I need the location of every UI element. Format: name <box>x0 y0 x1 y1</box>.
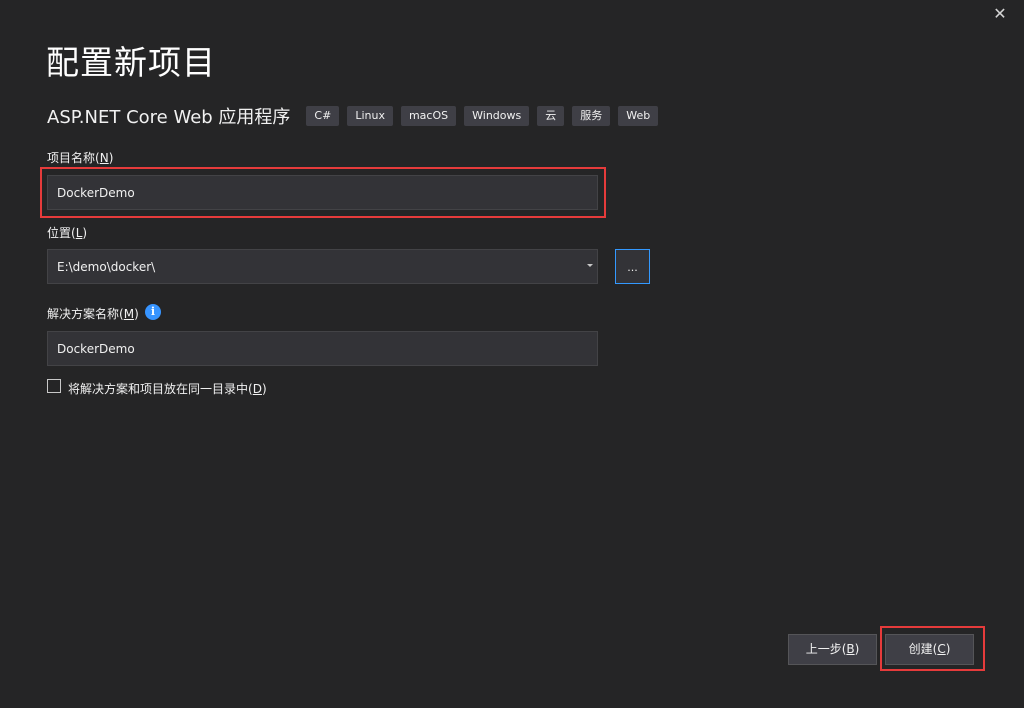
tag-service: 服务 <box>572 106 611 126</box>
configure-project-dialog: ✕ 配置新项目 ASP.NET Core Web 应用程序 C# Linux m… <box>0 0 1024 708</box>
template-row: ASP.NET Core Web 应用程序 C# Linux macOS Win… <box>47 103 659 129</box>
tag-cloud: 云 <box>537 106 565 126</box>
solution-name-mnemonic: M <box>123 307 135 321</box>
template-tags: C# Linux macOS Windows 云 服务 Web <box>306 106 659 126</box>
create-button-mnemonic: C <box>937 642 946 656</box>
create-button-label: 创建 <box>908 642 933 656</box>
location-combobox[interactable] <box>47 249 598 284</box>
same-directory-label-text: 将解决方案和项目放在同一目录中 <box>68 382 249 396</box>
close-icon: ✕ <box>993 4 1007 23</box>
back-button-mnemonic: B <box>846 642 855 656</box>
same-directory-label[interactable]: 将解决方案和项目放在同一目录中(D) <box>68 380 267 397</box>
same-directory-mnemonic: D <box>252 382 262 396</box>
solution-name-label: 解决方案名称(M) <box>47 307 139 321</box>
location-label: 位置(L) <box>47 226 88 240</box>
location-mnemonic: L <box>75 226 83 240</box>
same-directory-checkbox[interactable] <box>47 379 61 393</box>
tag-macos: macOS <box>400 106 457 126</box>
back-button-label: 上一步 <box>805 642 842 656</box>
tag-windows: Windows <box>464 106 530 126</box>
page-title: 配置新项目 <box>46 43 216 82</box>
project-name-input[interactable] <box>47 175 598 210</box>
tag-csharp: C# <box>306 106 340 126</box>
solution-name-label-text: 解决方案名称 <box>47 307 120 321</box>
info-icon[interactable]: i <box>145 304 161 320</box>
location-label-text: 位置 <box>47 226 72 240</box>
browse-button[interactable]: ... <box>615 249 650 284</box>
project-name-mnemonic: N <box>99 151 109 165</box>
back-button[interactable]: 上一步(B) <box>788 634 877 665</box>
tag-web: Web <box>618 106 659 126</box>
tag-linux: Linux <box>347 106 393 126</box>
close-button[interactable]: ✕ <box>990 4 1010 24</box>
template-name: ASP.NET Core Web 应用程序 <box>47 107 291 128</box>
project-name-label: 项目名称(N) <box>47 151 114 165</box>
chevron-down-icon[interactable] <box>587 264 593 267</box>
project-name-label-text: 项目名称 <box>47 151 96 165</box>
solution-name-input[interactable] <box>47 331 598 366</box>
create-button[interactable]: 创建(C) <box>885 634 974 665</box>
